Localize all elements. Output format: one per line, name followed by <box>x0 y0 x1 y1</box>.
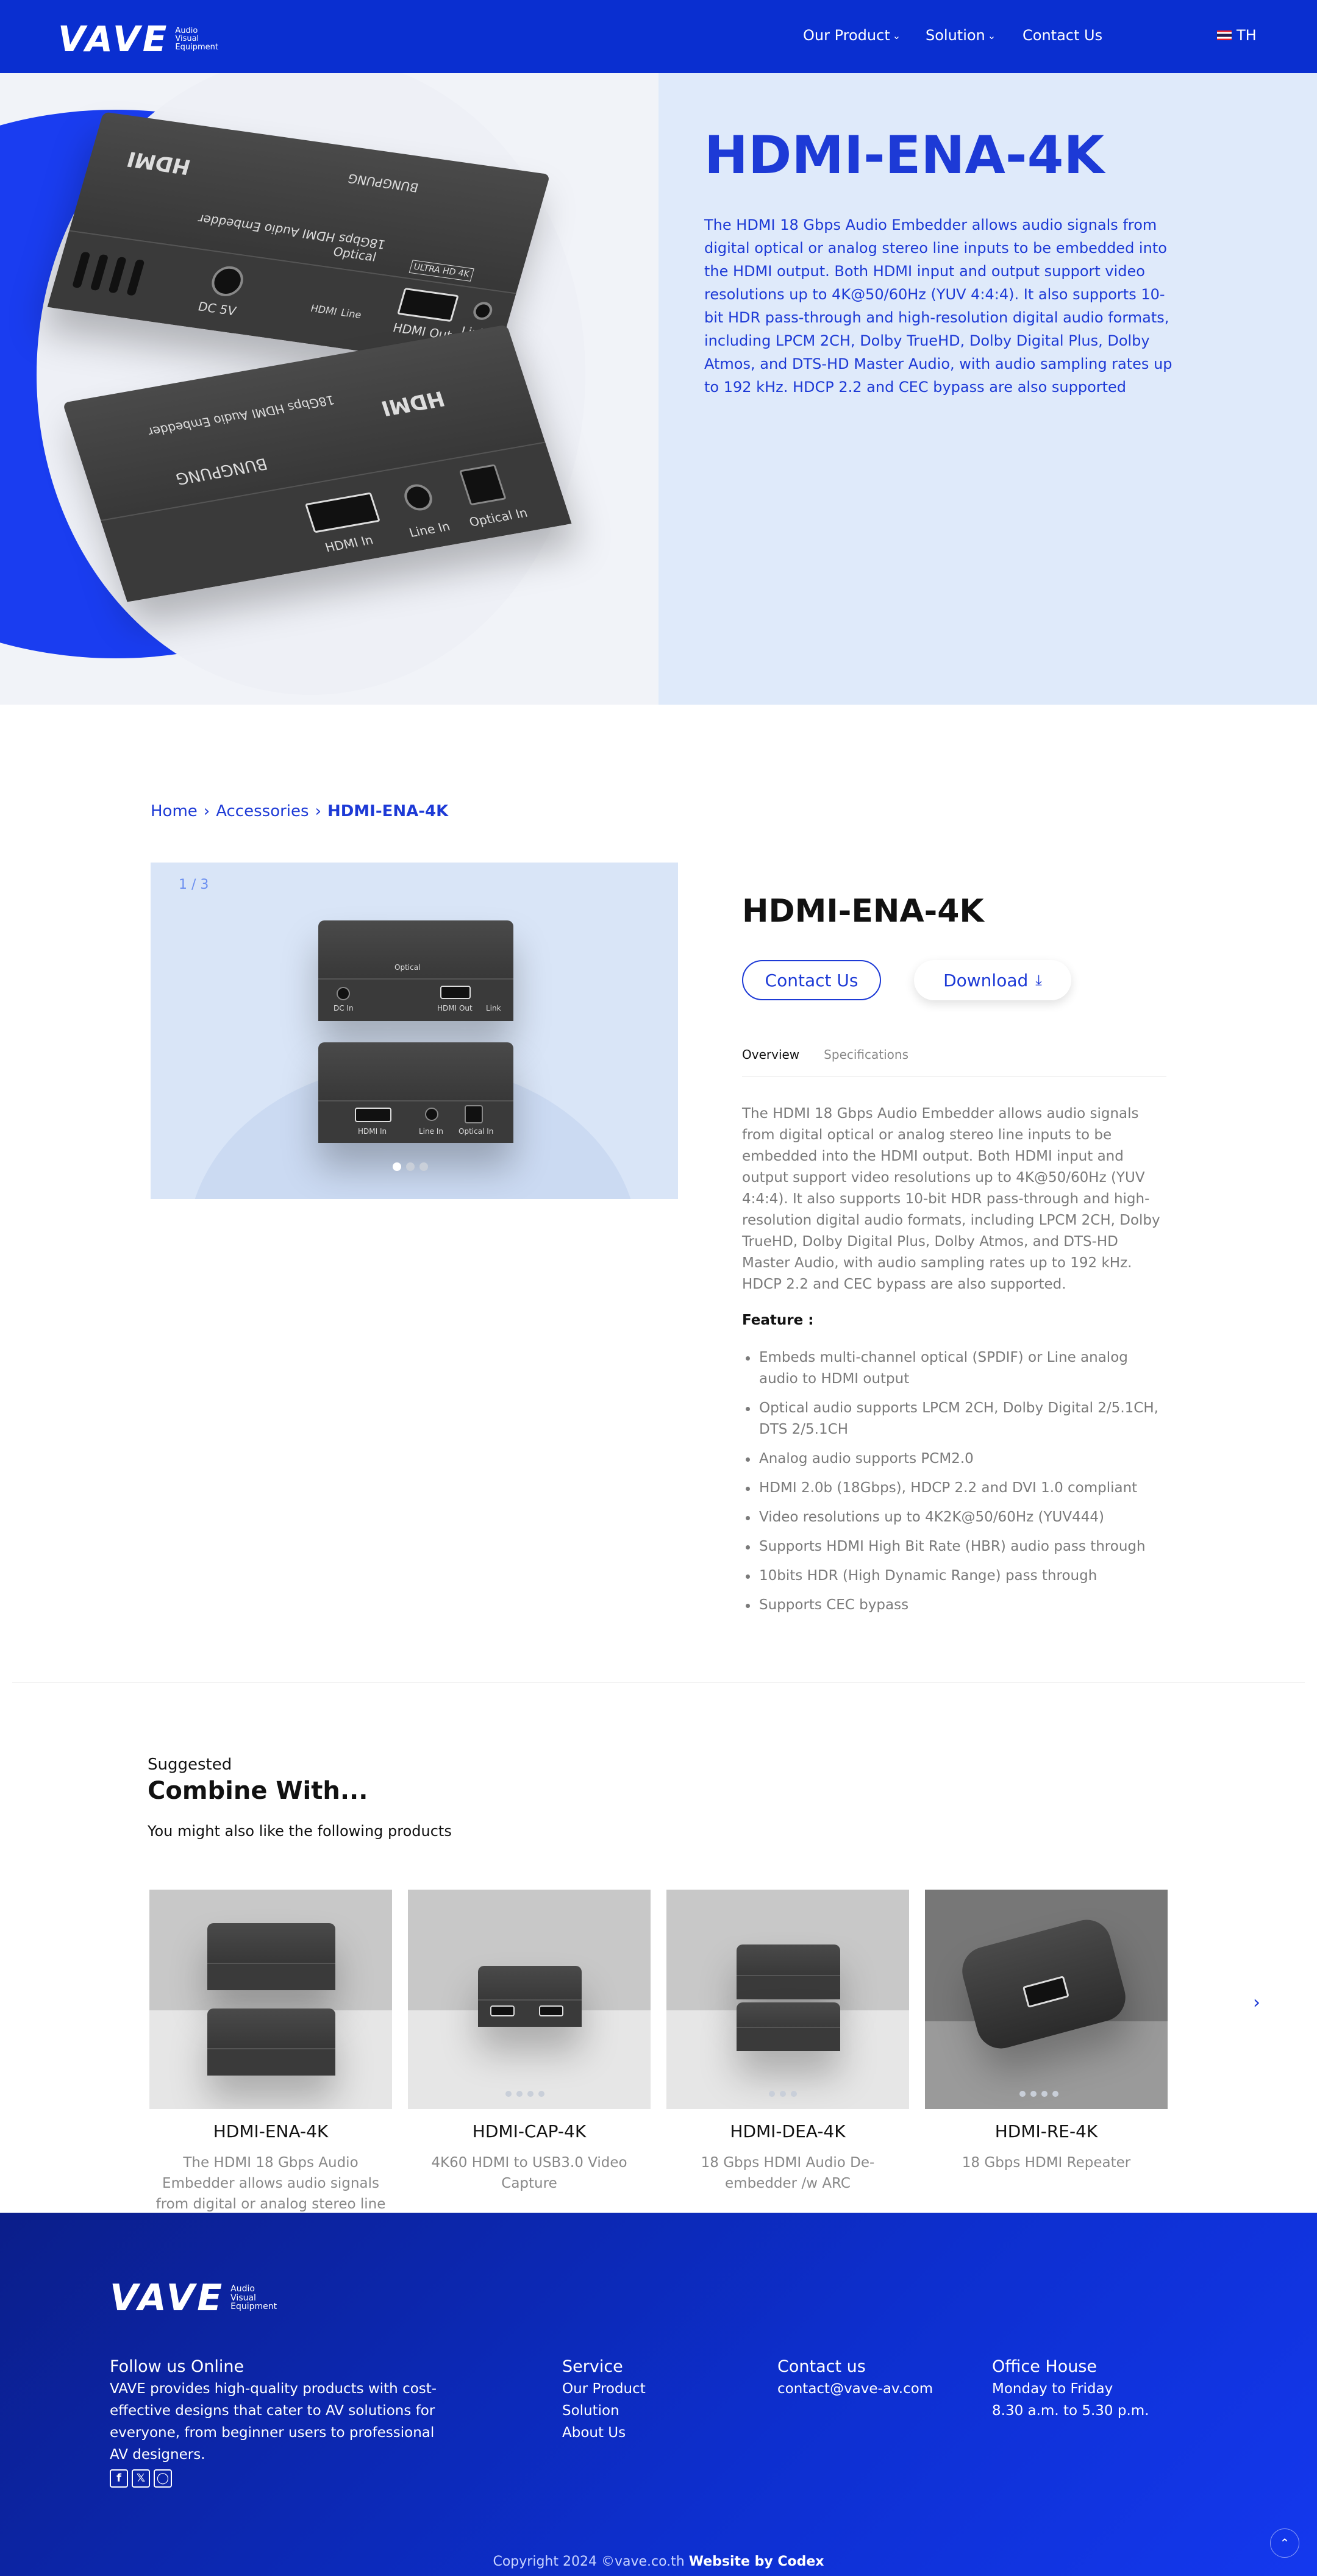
breadcrumb: Home › Accessories › HDMI-ENA-4K <box>151 802 448 820</box>
suggested-eyebrow: Suggested <box>148 1756 232 1774</box>
logo-wordmark: VAVE <box>58 18 170 60</box>
hero-description: The HDMI 18 Gbps Audio Embedder allows a… <box>704 216 1172 396</box>
product-card-image <box>408 1890 651 2109</box>
site-footer: VAVE Audio Visual Equipment Follow us On… <box>0 2213 1317 2576</box>
download-button[interactable]: Download ⤓ <box>914 960 1071 1000</box>
product-tabs: Overview Specifications <box>742 1047 1166 1076</box>
gallery-dot[interactable] <box>419 1162 428 1171</box>
footer-logo[interactable]: VAVE Audio Visual Equipment <box>110 2277 277 2319</box>
gallery-dot[interactable] <box>406 1162 415 1171</box>
product-card-desc: 4K60 HDMI to USB3.0 Video Capture <box>431 2155 627 2191</box>
chevron-right-icon: › <box>315 802 321 820</box>
footer-service: Service Our Product Solution About Us <box>562 2356 646 2444</box>
tab-overview[interactable]: Overview <box>742 1047 799 1076</box>
gallery-pagination <box>393 1162 428 1171</box>
facebook-icon[interactable]: f <box>110 2469 128 2488</box>
product-card-desc: 18 Gbps HDMI Audio De-embedder /w ARC <box>701 2155 875 2191</box>
about-text: VAVE provides high-quality products with… <box>110 2381 437 2463</box>
chevron-down-icon: ⌄ <box>987 29 996 41</box>
product-card-name: HDMI-RE-4K <box>994 2121 1098 2141</box>
breadcrumb-accessories[interactable]: Accessories <box>216 802 309 820</box>
hero-image-panel: HDMI 18Gbps HDMI Audio Embedder BUNGPUNG… <box>0 73 659 705</box>
chevron-down-icon: ⌄ <box>892 29 901 41</box>
product-gallery[interactable]: 1 / 3 DC In HDMI Out Link Optical HDMI I… <box>151 863 678 1199</box>
footer-link-our-product[interactable]: Our Product <box>562 2378 646 2400</box>
copyright: Copyright 2024 ©vave.co.th Website by Co… <box>493 2554 824 2569</box>
product-card-name: HDMI-CAP-4K <box>472 2121 587 2141</box>
list-item: Video resolutions up to 4K2K@50/60Hz (YU… <box>742 1507 1169 1528</box>
product-card-image <box>666 1890 909 2109</box>
list-item: Supports HDMI High Bit Rate (HBR) audio … <box>742 1536 1169 1557</box>
x-icon[interactable]: 𝕏 <box>132 2469 150 2488</box>
social-links: f 𝕏 ◯ <box>110 2469 451 2488</box>
contact-email[interactable]: contact@vave-av.com <box>777 2378 933 2400</box>
menu-contact-us[interactable]: Contact Us <box>1023 27 1102 44</box>
list-item: Supports CEC bypass <box>742 1595 1169 1616</box>
list-item: HDMI 2.0b (18Gbps), HDCP 2.2 and DVI 1.0… <box>742 1478 1169 1499</box>
breadcrumb-current: HDMI-ENA-4K <box>327 802 449 820</box>
logo-tagline: Audio Visual Equipment <box>230 2283 277 2312</box>
section-divider <box>12 1682 1305 1683</box>
header-logo[interactable]: VAVE Audio Visual Equipment <box>58 18 218 60</box>
footer-contact: Contact us contact@vave-av.com <box>777 2356 933 2400</box>
chevron-right-icon: › <box>203 802 210 820</box>
credit-link[interactable]: Website by Codex <box>689 2554 824 2569</box>
menu-solution[interactable]: Solution ⌄ <box>926 27 996 44</box>
footer-link-about-us[interactable]: About Us <box>562 2422 646 2444</box>
feature-heading: Feature : <box>742 1312 814 1328</box>
footer-link-solution[interactable]: Solution <box>562 2400 646 2422</box>
top-nav: VAVE Audio Visual Equipment Our Product ⌄… <box>0 0 1317 73</box>
logo-wordmark: VAVE <box>110 2277 225 2319</box>
download-icon: ⤓ <box>1035 972 1042 989</box>
footer-about: Follow us Online VAVE provides high-qual… <box>110 2356 451 2488</box>
suggested-heading: Combine With... <box>148 1777 368 1805</box>
list-item: 10bits HDR (High Dynamic Range) pass thr… <box>742 1565 1169 1587</box>
contact-us-button[interactable]: Contact Us <box>742 960 881 1000</box>
office-heading: Office House <box>992 2357 1098 2376</box>
product-card-image <box>925 1890 1168 2109</box>
product-card[interactable]: HDMI-ENA-4K The HDMI 18 Gbps Audio Embed… <box>149 1890 392 2235</box>
overview-text: The HDMI 18 Gbps Audio Embedder allows a… <box>742 1106 1160 1292</box>
hero-title: HDMI-ENA-4K <box>704 125 1105 186</box>
gallery-device-top: DC In HDMI Out Link Optical <box>318 920 513 1021</box>
breadcrumb-home[interactable]: Home <box>151 802 198 820</box>
product-card[interactable]: HDMI-CAP-4K 4K60 HDMI to USB3.0 Video Ca… <box>408 1890 651 2194</box>
language-switch[interactable]: TH <box>1217 27 1257 44</box>
list-item: Optical audio supports LPCM 2CH, Dolby D… <box>742 1398 1169 1440</box>
list-item: Analog audio supports PCM2.0 <box>742 1448 1169 1470</box>
office-days: Monday to Friday <box>992 2381 1113 2397</box>
product-card[interactable]: HDMI-DEA-4K 18 Gbps HDMI Audio De-embedd… <box>666 1890 909 2194</box>
product-card-image <box>149 1890 392 2109</box>
feature-list: Embeds multi-channel optical (SPDIF) or … <box>742 1347 1169 1624</box>
tab-specifications[interactable]: Specifications <box>824 1047 908 1076</box>
thai-flag-icon <box>1217 30 1232 40</box>
follow-heading: Follow us Online <box>110 2357 244 2376</box>
gallery-counter: 1 / 3 <box>179 877 209 892</box>
list-item: Embeds multi-channel optical (SPDIF) or … <box>742 1347 1169 1390</box>
instagram-icon[interactable]: ◯ <box>154 2469 172 2488</box>
suggested-subheading: You might also like the following produc… <box>148 1823 452 1840</box>
menu-our-product[interactable]: Our Product ⌄ <box>803 27 901 44</box>
logo-tagline: Audio Visual Equipment <box>175 26 218 52</box>
product-card-name: HDMI-DEA-4K <box>730 2121 846 2141</box>
footer-office: Office House Monday to Friday 8.30 a.m. … <box>992 2356 1149 2422</box>
product-card[interactable]: HDMI-RE-4K 18 Gbps HDMI Repeater <box>925 1890 1168 2173</box>
back-to-top-icon[interactable]: ⌃ <box>1270 2528 1299 2558</box>
product-title: HDMI-ENA-4K <box>742 893 984 930</box>
service-heading: Service <box>562 2357 623 2376</box>
gallery-device-bottom: HDMI In Line In Optical In <box>318 1042 513 1143</box>
contact-heading: Contact us <box>777 2357 866 2376</box>
product-card-name: HDMI-ENA-4K <box>213 2121 329 2141</box>
product-card-desc: 18 Gbps HDMI Repeater <box>962 2155 1131 2171</box>
chevron-right-icon[interactable]: › <box>1253 1992 1260 2013</box>
gallery-dot[interactable] <box>393 1162 401 1171</box>
office-hours: 8.30 a.m. to 5.30 p.m. <box>992 2403 1149 2419</box>
